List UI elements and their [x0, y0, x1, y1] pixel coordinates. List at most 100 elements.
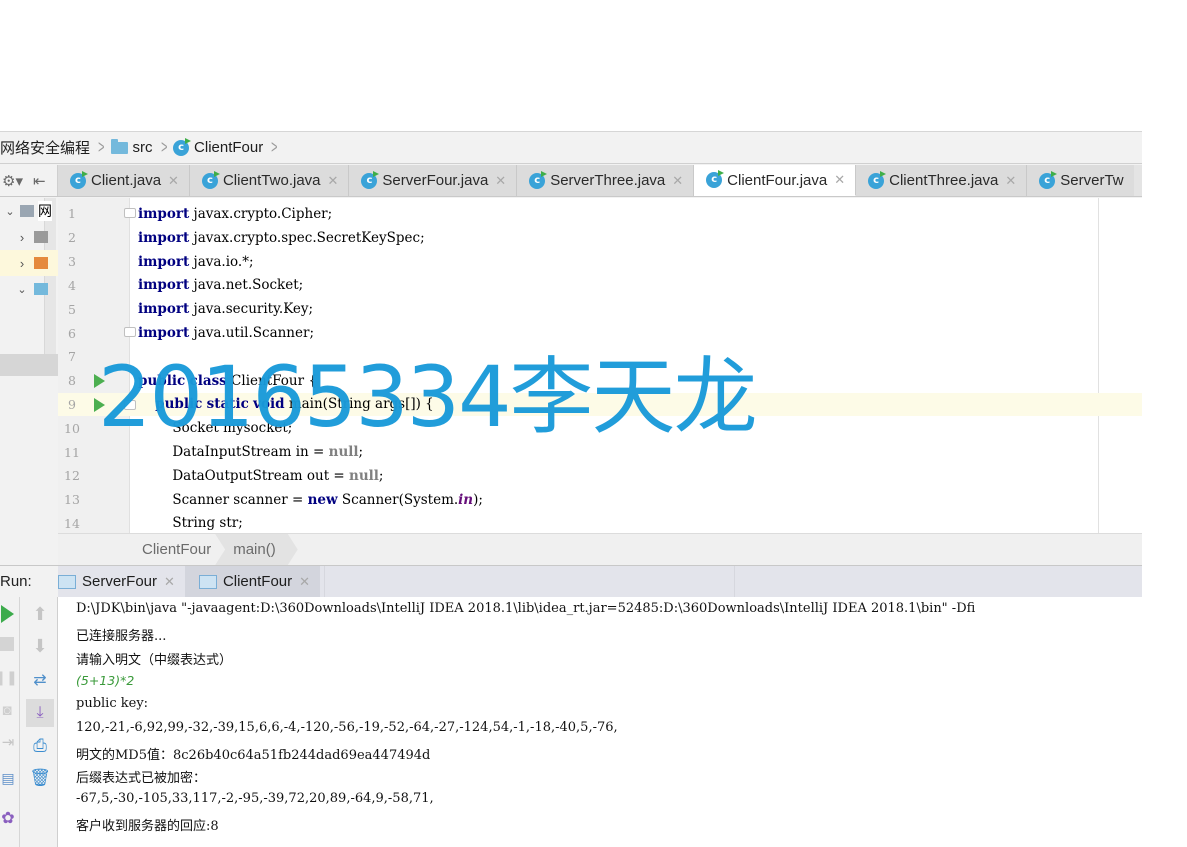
console-line: 请输入明文（中缀表达式）: [76, 653, 233, 668]
keyword: import: [138, 301, 190, 318]
gear-icon[interactable]: ⚙▾: [2, 172, 23, 190]
tab-label: Client.java: [91, 172, 162, 189]
close-icon[interactable]: ✕: [299, 574, 310, 590]
code-text: DataInputStream in =: [138, 444, 329, 461]
folder-icon: [34, 231, 48, 243]
keyword: new: [307, 491, 338, 508]
tab-clientthree-java[interactable]: c ClientThree.java ✕: [856, 165, 1028, 196]
line-number: 13: [64, 492, 80, 508]
close-icon[interactable]: ✕: [164, 574, 175, 590]
tab-servertwo-java[interactable]: c ServerTw: [1027, 165, 1134, 196]
close-icon[interactable]: ✕: [495, 173, 506, 189]
tab-clientfour-java[interactable]: c ClientFour.java ✕: [694, 165, 857, 196]
java-class-icon: c: [173, 137, 192, 156]
java-class-icon: c: [201, 170, 220, 189]
breadcrumb-project-label: 网络安全编程: [0, 140, 91, 157]
folder-icon: [34, 257, 48, 269]
tab-clienttwo-java[interactable]: c ClientTwo.java ✕: [189, 165, 350, 196]
breadcrumb-src[interactable]: src: [110, 132, 157, 163]
keyword: import: [138, 325, 190, 342]
fold-icon[interactable]: [124, 327, 136, 338]
close-icon[interactable]: ✕: [168, 173, 179, 189]
chevron-down-icon[interactable]: ⌄: [0, 205, 20, 218]
code-line: 2 import javax.crypto.spec.SecretKeySpec…: [58, 226, 1142, 250]
null-literal: null: [328, 444, 359, 461]
up-arrow-icon[interactable]: ⬆: [30, 603, 50, 625]
down-arrow-icon[interactable]: ⬇: [30, 635, 50, 657]
tree-item-folder-2[interactable]: ›: [0, 250, 58, 276]
scroll-to-end-icon[interactable]: ⤓: [26, 699, 54, 727]
breadcrumb-separator-icon: >: [98, 137, 105, 157]
tab-label: ServerThree.java: [550, 172, 666, 189]
close-icon[interactable]: ✕: [328, 173, 339, 189]
close-icon[interactable]: ✕: [1005, 173, 1016, 189]
java-class-icon: c: [1039, 170, 1058, 189]
tree-item-src[interactable]: ⌄: [0, 276, 58, 302]
code-text: ;: [358, 444, 364, 461]
editor-breadcrumb-class[interactable]: ClientFour: [58, 534, 221, 565]
breadcrumb-project[interactable]: 网络安全编程: [0, 132, 94, 163]
run-tab-label: ServerFour: [82, 573, 158, 590]
run-label: Run:: [0, 566, 58, 597]
print-icon[interactable]: ⎙: [30, 735, 50, 757]
run-header-spacer: [324, 566, 734, 597]
tab-serverfour-java[interactable]: c ServerFour.java ✕: [349, 165, 518, 196]
java-class-icon: c: [361, 170, 380, 189]
tab-label: ClientTwo.java: [222, 172, 321, 189]
code-text: javax.crypto.spec.SecretKeySpec;: [189, 229, 425, 246]
breadcrumb-src-label: src: [132, 139, 153, 156]
run-toolbar-secondary: ⬆ ⬇ ⇄ ⤓ ⎙ 🗑: [20, 597, 58, 847]
fold-icon[interactable]: [124, 208, 136, 218]
editor-breadcrumbs: ClientFour main(): [58, 533, 1142, 565]
layout-icon[interactable]: ▤: [0, 769, 16, 787]
chevron-down-icon[interactable]: ⌄: [12, 283, 32, 296]
breadcrumb-file[interactable]: c ClientFour: [173, 132, 267, 163]
console-line: 后缀表达式已被加密：: [76, 771, 207, 786]
tab-label: ClientThree.java: [889, 172, 999, 189]
collapse-all-icon[interactable]: ⇤: [33, 172, 46, 190]
tab-label: ServerFour.java: [382, 172, 489, 189]
rerun-icon[interactable]: [0, 605, 14, 623]
chevron-right-icon[interactable]: ›: [12, 256, 32, 271]
tree-item-project-root[interactable]: ⌄ 网: [0, 198, 58, 224]
console-output[interactable]: D:\JDK\bin\java "-javaagent:D:\360Downlo…: [58, 597, 1142, 847]
code-text: Scanner scanner =: [138, 491, 308, 508]
run-toolbar-primary: ❚❚ ◙ ⇥ ▤ ✿: [0, 597, 20, 847]
exit-icon[interactable]: ⇥: [0, 733, 16, 751]
soft-wrap-icon[interactable]: ⇄: [30, 669, 50, 691]
project-tree-hscroll[interactable]: [0, 354, 58, 376]
trash-icon[interactable]: 🗑: [29, 767, 51, 789]
breadcrumb-separator-icon: >: [160, 137, 167, 157]
code-text: DataOutputStream out =: [138, 467, 350, 484]
editor-breadcrumb-method[interactable]: main(): [215, 534, 298, 565]
line-number: 14: [64, 515, 80, 531]
line-number: 9: [68, 396, 76, 412]
code-text: );: [473, 491, 483, 508]
tree-item-label: 网: [38, 201, 52, 221]
code-line: 12 DataOutputStream out = null;: [58, 464, 1142, 488]
console-icon: [194, 570, 217, 589]
console-icon: [54, 570, 76, 589]
camera-icon[interactable]: ◙: [0, 701, 14, 719]
tab-serverthree-java[interactable]: c ServerThree.java ✕: [517, 165, 695, 196]
console-line: 客户收到服务器的回应:8: [76, 819, 219, 834]
code-line: 1 import javax.crypto.Cipher;: [58, 202, 1142, 226]
tab-client-java[interactable]: c Client.java ✕: [58, 165, 190, 196]
editor-breadcrumb-label: main(): [233, 541, 276, 558]
close-icon[interactable]: ✕: [834, 172, 845, 188]
close-icon[interactable]: ✕: [672, 173, 683, 189]
pause-icon[interactable]: ❚❚: [0, 669, 18, 685]
tree-item-folder-1[interactable]: ›: [0, 224, 58, 250]
run-tab-clientfour[interactable]: ClientFour ✕: [184, 566, 321, 597]
line-number: 11: [64, 444, 80, 460]
pin-icon[interactable]: ✿: [0, 809, 16, 827]
code-text: java.security.Key;: [189, 301, 314, 318]
breadcrumb-file-label: ClientFour: [194, 139, 264, 156]
code-text: Scanner(System.: [337, 491, 459, 508]
code-line: 3 import java.io.*;: [58, 250, 1142, 274]
tab-label: ServerTw: [1060, 172, 1124, 189]
chevron-right-icon[interactable]: ›: [12, 230, 32, 245]
stop-icon[interactable]: [0, 637, 14, 651]
run-tab-serverfour[interactable]: ServerFour ✕: [54, 566, 185, 597]
keyword: import: [138, 253, 190, 270]
